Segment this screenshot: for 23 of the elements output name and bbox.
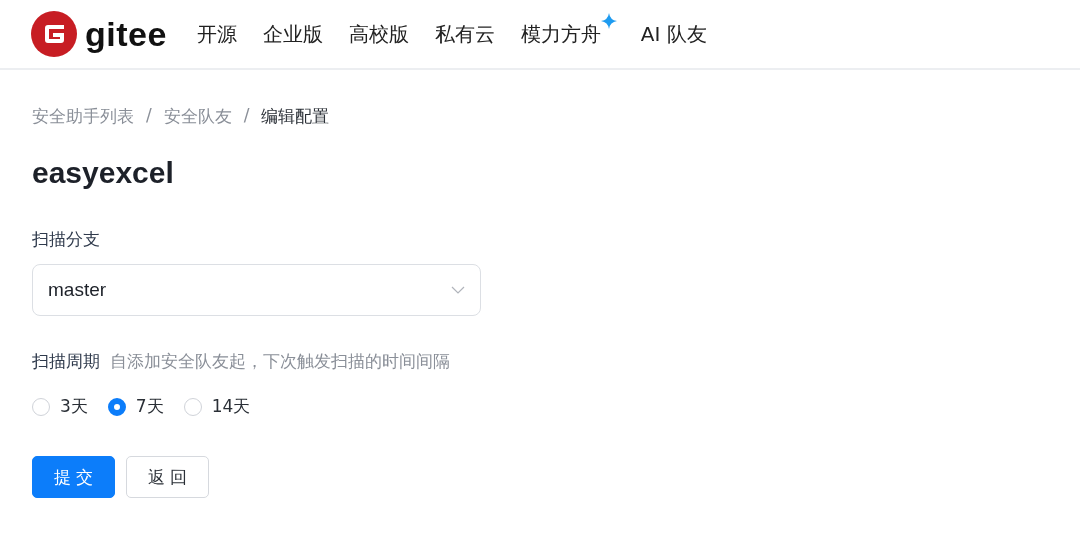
- field-hint: 自添加安全队友起，下次触发扫描的时间间隔: [110, 350, 450, 373]
- page-title: easyexcel: [32, 156, 175, 190]
- breadcrumb-link[interactable]: 编辑配置: [261, 105, 330, 128]
- radio-button[interactable]: [107, 397, 126, 416]
- radio-option[interactable]: 14天: [183, 395, 251, 418]
- chevron-down-icon: [451, 286, 465, 294]
- field-label: 扫描周期: [32, 350, 100, 373]
- nav-link[interactable]: 私有云: [434, 20, 497, 48]
- radio-option[interactable]: 7天: [107, 395, 164, 418]
- nav-link[interactable]: 开源: [196, 20, 239, 48]
- nav-link[interactable]: 企业版: [262, 20, 325, 48]
- submit-button[interactable]: 提 交: [32, 456, 115, 498]
- breadcrumb-separator: /: [243, 105, 250, 127]
- nav-link[interactable]: AI 队友: [640, 20, 709, 48]
- logo-icon: [31, 11, 77, 57]
- nav-link[interactable]: 高校版: [348, 20, 411, 48]
- breadcrumb-separator: /: [146, 105, 152, 127]
- field-label: 扫描分支: [32, 228, 101, 251]
- back-button[interactable]: 返 回: [126, 456, 209, 498]
- branch-select[interactable]: master: [32, 264, 481, 316]
- nav-link[interactable]: 模力方舟: [520, 20, 603, 48]
- brand-name[interactable]: gitee: [85, 14, 167, 54]
- radio-option[interactable]: 3天: [32, 395, 88, 418]
